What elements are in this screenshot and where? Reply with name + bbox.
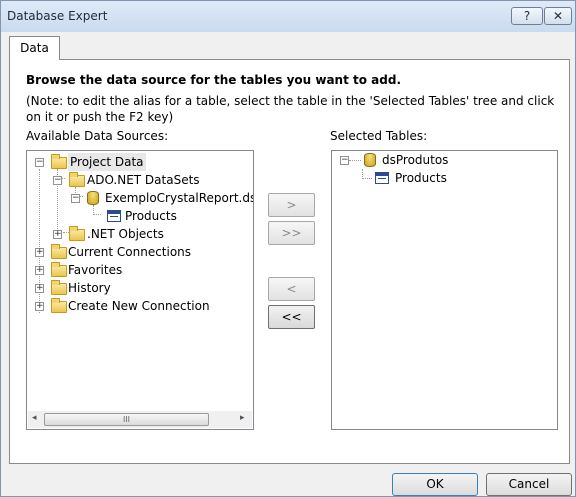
tree-item-label: ExemploCrystalReport.dsPro	[105, 191, 253, 205]
collapse-icon[interactable]: −	[340, 156, 349, 165]
horizontal-scrollbar[interactable]: ◂ III ▸	[28, 411, 252, 428]
remove-all-tables-button[interactable]: <<	[268, 305, 315, 329]
add-table-button[interactable]: >	[268, 193, 315, 217]
tree-item-label: Current Connections	[68, 245, 192, 259]
ok-button[interactable]: OK	[392, 473, 478, 496]
folder-open-icon	[69, 172, 85, 187]
data-tab-panel: Browse the data source for the tables yo…	[9, 59, 570, 464]
tree-item-current-connections[interactable]: + Current Connections	[27, 243, 247, 261]
dataset-icon	[87, 191, 99, 205]
cancel-button[interactable]: Cancel	[486, 473, 572, 496]
expand-icon[interactable]: +	[53, 230, 62, 239]
folder-open-icon	[51, 154, 67, 169]
expand-icon[interactable]: +	[35, 284, 44, 293]
selected-tables-tree[interactable]: − dsProdutos Products	[331, 150, 558, 430]
table-icon	[375, 172, 389, 184]
tree-item-label: Project Data	[68, 153, 146, 171]
tree-item-dsprodutos[interactable]: − dsProdutos	[332, 151, 552, 169]
tree-item-dataset[interactable]: − ExemploCrystalReport.dsPro	[27, 189, 253, 207]
available-sources-tree[interactable]: − Project Data − ADO.NET DataSets − Exem…	[26, 150, 254, 430]
available-sources-label: Available Data Sources:	[26, 129, 169, 143]
scroll-left-icon[interactable]: ◂	[32, 413, 37, 423]
help-button[interactable]: ?	[511, 7, 543, 25]
folder-icon	[51, 262, 67, 277]
tree-item-label: Favorites	[68, 263, 123, 277]
window-title: Database Expert	[7, 9, 108, 23]
expand-icon[interactable]: +	[35, 302, 44, 311]
dataset-icon	[364, 153, 376, 167]
scroll-right-icon[interactable]: ▸	[240, 413, 245, 423]
tree-item-products[interactable]: Products	[27, 207, 247, 225]
tree-item-favorites[interactable]: + Favorites	[27, 261, 247, 279]
selected-tables-label: Selected Tables:	[330, 129, 428, 143]
expand-icon[interactable]: +	[35, 266, 44, 275]
tree-item-project-data[interactable]: − Project Data	[27, 153, 247, 171]
tree-item-history[interactable]: + History	[27, 279, 247, 297]
tree-item-label: Products	[395, 171, 447, 185]
scroll-thumb[interactable]: III	[44, 413, 209, 426]
tree-item-label: .NET Objects	[87, 227, 164, 241]
alias-note: (Note: to edit the alias for a table, se…	[26, 94, 555, 124]
tree-item-selected-products[interactable]: Products	[332, 169, 552, 187]
add-all-tables-button[interactable]: >>	[268, 221, 315, 245]
collapse-icon[interactable]: −	[35, 158, 44, 167]
folder-icon	[51, 280, 67, 295]
remove-table-button[interactable]: <	[268, 277, 315, 301]
collapse-icon[interactable]: −	[53, 176, 62, 185]
tree-item-ado-net-datasets[interactable]: − ADO.NET DataSets	[27, 171, 247, 189]
title-bar: Database Expert ? ✕	[1, 1, 575, 32]
tree-item-label: dsProdutos	[382, 153, 449, 167]
folder-icon	[51, 244, 67, 259]
database-expert-window: Database Expert ? ✕ Data Browse the data…	[0, 0, 576, 497]
collapse-icon[interactable]: −	[71, 194, 80, 203]
tree-item-create-new-connection[interactable]: + Create New Connection	[27, 297, 247, 315]
expand-icon[interactable]: +	[35, 248, 44, 257]
folder-icon	[69, 226, 85, 241]
folder-icon	[51, 298, 67, 313]
tree-item-label: ADO.NET DataSets	[87, 173, 200, 187]
tab-data[interactable]: Data	[9, 36, 60, 60]
tree-item-label: History	[68, 281, 111, 295]
table-icon	[107, 210, 121, 222]
tree-item-label: Products	[125, 209, 177, 223]
scroll-grip-icon: III	[122, 415, 131, 424]
instruction-heading: Browse the data source for the tables yo…	[26, 73, 401, 87]
close-button[interactable]: ✕	[544, 7, 572, 25]
tree-item-net-objects[interactable]: + .NET Objects	[27, 225, 247, 243]
tree-item-label: Create New Connection	[68, 299, 210, 313]
